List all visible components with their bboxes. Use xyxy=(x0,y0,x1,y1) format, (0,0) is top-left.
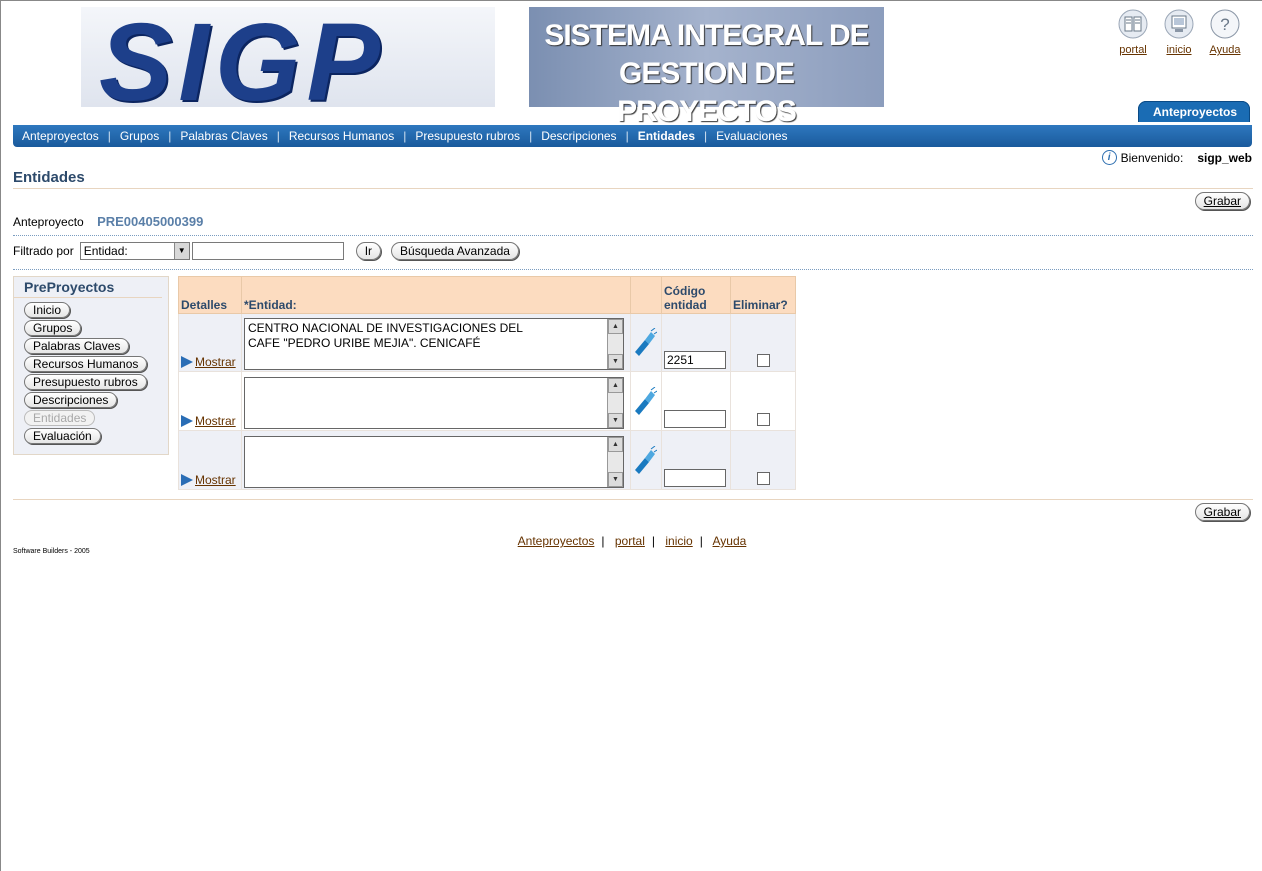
eliminar-checkbox[interactable] xyxy=(756,472,770,485)
filter-bar: Filtrado por Entidad: ▼ Ir Búsqueda Avan… xyxy=(13,242,519,260)
nav-entidades[interactable]: Entidades xyxy=(629,129,704,143)
eliminar-checkbox[interactable] xyxy=(756,354,770,367)
sidenav-descripciones[interactable]: Descripciones xyxy=(24,392,118,408)
footer-link-ayuda[interactable]: Ayuda xyxy=(713,534,747,548)
col-header-lookup xyxy=(630,276,662,314)
codigo-input[interactable] xyxy=(664,410,726,428)
scrollbar[interactable]: ▲ ▼ xyxy=(607,437,623,487)
play-arrow-icon xyxy=(181,415,193,427)
page-title: Entidades xyxy=(13,169,1253,189)
info-icon: i xyxy=(1101,150,1117,165)
sidenav-inicio[interactable]: Inicio xyxy=(24,302,71,318)
footer-links: Anteproyectos | portal | inicio | Ayuda xyxy=(517,534,747,548)
filter-label: Filtrado por xyxy=(13,244,74,258)
sub-navbar: Anteproyectos | Grupos | Palabras Claves | … xyxy=(13,125,1252,147)
divider xyxy=(13,269,1253,270)
nav-recursos-humanos[interactable]: Recursos Humanos xyxy=(280,129,403,143)
sidenav-grupos[interactable]: Grupos xyxy=(24,320,82,336)
nav-grupos[interactable]: Grupos xyxy=(111,129,168,143)
save-button-bottom[interactable]: Grabar xyxy=(1194,503,1250,521)
col-header-eliminar: Eliminar? xyxy=(730,276,796,314)
entidad-textarea[interactable]: ▲ ▼ xyxy=(244,436,624,488)
global-ayuda[interactable]: ? Ayuda xyxy=(1208,9,1242,56)
welcome-area: i Bienvenido: sigp_web xyxy=(1101,150,1252,165)
col-header-entidad: *Entidad: xyxy=(241,276,631,314)
mostrar-link[interactable]: Mostrar xyxy=(195,355,236,369)
flashlight-lookup-icon[interactable] xyxy=(631,445,658,476)
entidad-textarea[interactable]: CENTRO NACIONAL DE INVESTIGACIONES DEL C… xyxy=(244,318,624,370)
scrollbar[interactable]: ▲ ▼ xyxy=(607,319,623,369)
chevron-down-icon[interactable]: ▼ xyxy=(173,243,189,259)
codigo-input[interactable] xyxy=(664,469,726,487)
nav-palabras-claves[interactable]: Palabras Claves xyxy=(171,129,276,143)
sidenav-palabras-claves[interactable]: Palabras Claves xyxy=(24,338,130,354)
footer-link-portal[interactable]: portal xyxy=(615,534,645,548)
welcome-label: Bienvenido: xyxy=(1120,150,1184,165)
username: sigp_web xyxy=(1197,150,1252,165)
anteproyecto-info: Anteproyecto PRE00405000399 xyxy=(13,214,203,229)
anteproyecto-value: PRE00405000399 xyxy=(97,214,204,229)
flashlight-lookup-icon[interactable] xyxy=(631,327,658,358)
divider xyxy=(13,235,1253,236)
table-row: Mostrar ▲ ▼ xyxy=(178,371,796,431)
footer-link-anteproyectos[interactable]: Anteproyectos xyxy=(518,534,595,548)
sidenav-recursos-humanos[interactable]: Recursos Humanos xyxy=(24,356,148,372)
filter-select[interactable]: Entidad: ▼ xyxy=(79,242,190,260)
sidenav-entidades: Entidades xyxy=(24,410,96,426)
help-question-icon: ? xyxy=(1210,9,1240,39)
footer-link-inicio[interactable]: inicio xyxy=(665,534,692,548)
copyright: Software Builders - 2005 xyxy=(13,548,90,555)
global-portal[interactable]: portal xyxy=(1116,9,1150,56)
global-portal-link[interactable]: portal xyxy=(1119,44,1147,56)
tab-anteproyectos[interactable]: Anteproyectos xyxy=(1137,101,1250,122)
portal-book-icon xyxy=(1118,9,1148,39)
entities-table: Detalles *Entidad: Código entidad Elimina… xyxy=(178,276,796,490)
table-row: Mostrar ▲ ▼ xyxy=(178,430,796,490)
go-button[interactable]: Ir xyxy=(355,242,382,260)
nav-anteproyectos[interactable]: Anteproyectos xyxy=(13,129,108,143)
nav-presupuesto-rubros[interactable]: Presupuesto rubros xyxy=(406,129,529,143)
nav-evaluaciones[interactable]: Evaluaciones xyxy=(707,129,796,143)
global-inicio[interactable]: inicio xyxy=(1162,9,1196,56)
side-navigation: PreProyectos Inicio Grupos Palabras Clav… xyxy=(13,276,169,455)
sidenav-presupuesto-rubros[interactable]: Presupuesto rubros xyxy=(24,374,147,390)
table-row: Mostrar CENTRO NACIONAL DE INVESTIGACION… xyxy=(178,313,796,372)
sidenav-title: PreProyectos xyxy=(14,277,162,298)
entidad-textarea[interactable]: ▲ ▼ xyxy=(244,377,624,429)
col-header-detalles: Detalles xyxy=(178,276,242,314)
play-arrow-icon xyxy=(181,474,193,486)
tab-bar: Anteproyectos xyxy=(1137,101,1250,122)
codigo-input[interactable]: 2251 xyxy=(664,351,726,369)
home-screen-icon xyxy=(1164,9,1194,39)
global-buttons: portal inicio ? Ayuda xyxy=(1116,9,1242,56)
col-header-codigo: Código entidad xyxy=(661,276,731,314)
eliminar-checkbox[interactable] xyxy=(756,413,770,426)
filter-input[interactable] xyxy=(191,242,344,260)
play-arrow-icon xyxy=(181,356,193,368)
sidenav-evaluacion[interactable]: Evaluación xyxy=(24,428,101,444)
advanced-search-button[interactable]: Búsqueda Avanzada xyxy=(391,242,519,260)
nav-descripciones[interactable]: Descripciones xyxy=(532,129,625,143)
global-inicio-link[interactable]: inicio xyxy=(1166,44,1191,56)
scrollbar[interactable]: ▲ ▼ xyxy=(607,378,623,428)
mostrar-link[interactable]: Mostrar xyxy=(195,414,236,428)
svg-text:?: ? xyxy=(1220,15,1229,34)
global-ayuda-link[interactable]: Ayuda xyxy=(1210,44,1241,56)
system-title-banner: SISTEMA INTEGRAL DE GESTION DE PROYECTOS xyxy=(529,7,884,128)
save-button-top[interactable]: Grabar xyxy=(1194,192,1250,210)
divider xyxy=(13,499,1253,500)
sigp-logo: SIGP xyxy=(81,7,495,107)
mostrar-link[interactable]: Mostrar xyxy=(195,473,236,487)
flashlight-lookup-icon[interactable] xyxy=(631,386,658,417)
anteproyecto-label: Anteproyecto xyxy=(13,215,84,229)
